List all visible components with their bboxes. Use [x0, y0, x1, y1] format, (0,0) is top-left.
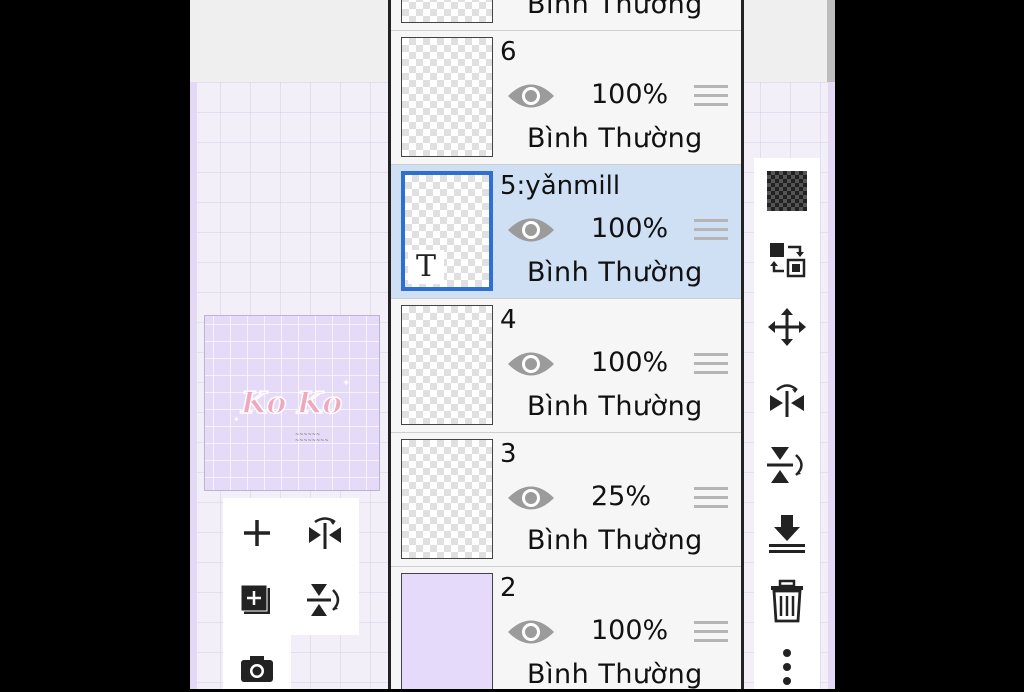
svg-text:✦: ✦: [342, 378, 350, 389]
merge-down-icon[interactable]: [762, 510, 812, 556]
layer-thumbnail: T: [401, 171, 493, 291]
layer-name: 2: [500, 573, 517, 603]
drag-handle-icon[interactable]: [694, 487, 728, 511]
move-icon[interactable]: [762, 304, 812, 350]
layer-name: 5:yǎnmill: [500, 171, 621, 201]
more-icon[interactable]: [762, 646, 812, 692]
preview-text: Ko Ko: [240, 386, 342, 421]
left-toolbar-bottom: [223, 635, 291, 689]
drag-handle-icon[interactable]: [694, 219, 728, 243]
eye-icon[interactable]: [506, 481, 556, 515]
blend-mode[interactable]: Bình Thường: [527, 0, 703, 20]
layer-thumbnail: [401, 439, 493, 559]
layer-row[interactable]: Bình Thường: [391, 0, 741, 31]
svg-text:✦: ✦: [233, 415, 240, 424]
layer-row-selected[interactable]: T 5:yǎnmill 100% Bình Thường: [391, 165, 741, 299]
delete-icon[interactable]: [762, 578, 812, 624]
add-layer-icon[interactable]: [237, 513, 277, 553]
layer-name: 3: [500, 439, 517, 469]
layer-opacity[interactable]: 100%: [591, 347, 668, 378]
scrollbar[interactable]: [827, 0, 835, 82]
right-toolbar: [754, 158, 820, 689]
layer-name: 6: [500, 37, 517, 67]
eye-icon[interactable]: [506, 615, 556, 649]
layer-thumbnail: [401, 0, 493, 23]
eye-icon[interactable]: [506, 213, 556, 247]
layer-opacity[interactable]: 100%: [591, 213, 668, 244]
text-layer-badge: T: [408, 250, 444, 284]
eye-icon[interactable]: [506, 347, 556, 381]
layer-name: 4: [500, 305, 517, 335]
layer-row[interactable]: 6 100% Bình Thường: [391, 31, 741, 165]
blend-mode[interactable]: Bình Thường: [527, 659, 703, 689]
layer-row[interactable]: 4 100% Bình Thường: [391, 299, 741, 433]
camera-icon[interactable]: [237, 649, 277, 689]
layer-opacity[interactable]: 100%: [591, 79, 668, 110]
drag-handle-icon[interactable]: [694, 85, 728, 109]
blend-mode[interactable]: Bình Thường: [527, 123, 703, 154]
layer-row[interactable]: 2 100% Bình Thường: [391, 567, 741, 689]
left-toolbar: [223, 498, 359, 635]
blend-mode[interactable]: Bình Thường: [527, 391, 703, 422]
drag-handle-icon[interactable]: [694, 621, 728, 645]
layer-thumbnail: [401, 37, 493, 157]
app-window: Ko Ko ~~~~~~ ~~~~~~~~ ✦ ✦ Bình Thường 6 …: [190, 0, 835, 689]
flip-vertical-icon[interactable]: [762, 442, 812, 488]
flip-horizontal-icon[interactable]: [762, 376, 812, 422]
layer-opacity[interactable]: 100%: [591, 615, 668, 646]
drag-handle-icon[interactable]: [694, 353, 728, 377]
layer-thumbnail: [401, 573, 493, 689]
blend-mode[interactable]: Bình Thường: [527, 257, 703, 288]
eye-icon[interactable]: [506, 79, 556, 113]
layer-opacity[interactable]: 25%: [591, 481, 651, 512]
flip-vertical-icon[interactable]: [305, 580, 345, 620]
transparency-icon[interactable]: [762, 168, 812, 214]
flip-horizontal-icon[interactable]: [305, 513, 345, 553]
layer-thumbnail: [401, 305, 493, 425]
add-folder-icon[interactable]: [237, 580, 277, 620]
canvas-preview[interactable]: Ko Ko ~~~~~~ ~~~~~~~~ ✦ ✦: [204, 315, 380, 491]
svg-text:~~~~~~~~: ~~~~~~~~: [295, 438, 329, 444]
swap-layer-icon[interactable]: [762, 236, 812, 282]
layer-row[interactable]: 3 25% Bình Thường: [391, 433, 741, 567]
blend-mode[interactable]: Bình Thường: [527, 525, 703, 556]
layer-panel: Bình Thường 6 100% Bình Thường T 5:yǎnmi…: [388, 0, 744, 689]
